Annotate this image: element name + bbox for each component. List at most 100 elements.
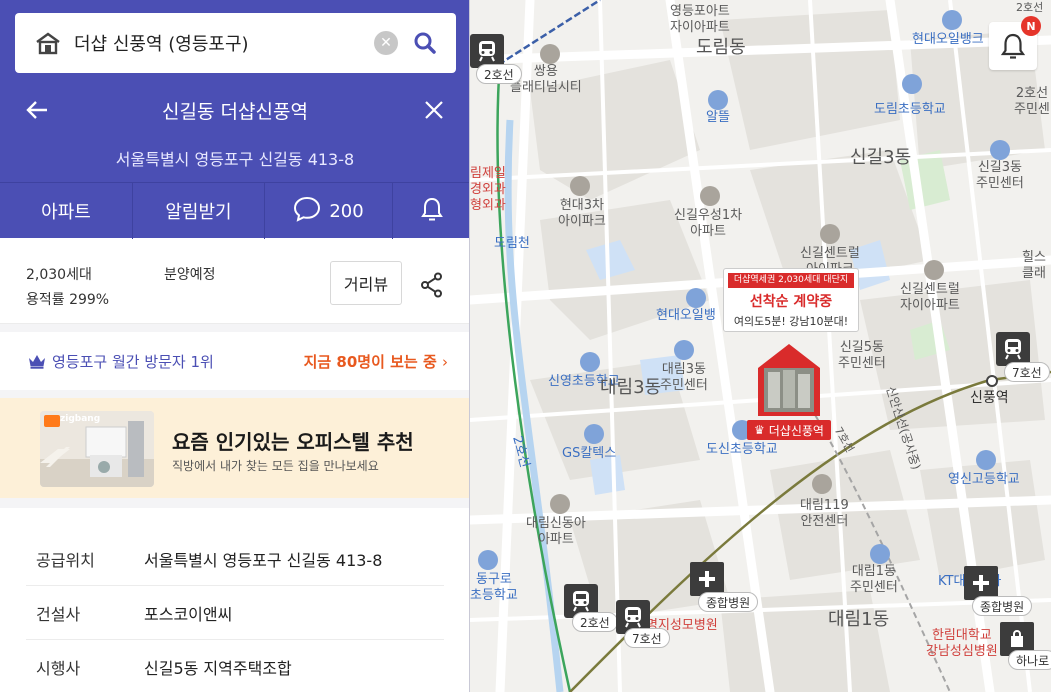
apartment-icon: [700, 186, 720, 206]
map-label: 2호선 주민센: [1014, 86, 1050, 117]
map-label: 도림천: [494, 236, 530, 251]
map-label: 신길우성1차 아파트: [674, 208, 743, 239]
map-label: 신길3동: [850, 147, 912, 168]
back-arrow-icon[interactable]: [24, 97, 50, 123]
table-row: 공급위치 서울특별시 영등포구 신길동 413-8: [26, 532, 444, 586]
office-icon: [990, 140, 1010, 160]
divider: [0, 390, 469, 398]
tab-comments[interactable]: 200: [265, 183, 393, 239]
apartment-icon: [550, 494, 570, 514]
row-key: 건설사: [36, 604, 81, 624]
promo-callout[interactable]: 더샵역세권 2,030세대 대단지 선착순 계약중 여의도5분! 강남10분대!: [723, 268, 859, 332]
panel-header: 더샵 신풍역 (영등포구) ✕ 신길동 더샵신풍역 서울특별시 영등포구 신길동…: [0, 0, 469, 239]
school-icon: [902, 74, 922, 94]
apartment-icon: [820, 224, 840, 244]
map-label: 대림3동 주민센터: [660, 362, 708, 393]
gas-station-icon: [686, 288, 706, 308]
rank-text: 영등포구 월간 방문자 1위: [52, 352, 214, 371]
apartment-icon: [570, 176, 590, 196]
hospital-chip: 종합병원: [698, 592, 759, 612]
tab-apartment[interactable]: 아파트: [0, 183, 133, 239]
unit-count: 2,030세대: [26, 267, 92, 283]
office-icon: [674, 340, 694, 360]
search-input[interactable]: 더샵 신풍역 (영등포구): [74, 30, 374, 56]
map-label: 동구로 초등학교: [470, 572, 518, 603]
gas-station-icon: [942, 10, 962, 30]
share-icon[interactable]: [420, 272, 444, 302]
tab-bell[interactable]: [393, 183, 469, 239]
map-label: 대림119 안전센터: [800, 498, 849, 529]
school-icon: [580, 352, 600, 372]
complex-marker[interactable]: [756, 342, 822, 422]
ad-banner[interactable]: zigbang 요즘 인기있는 오피스텔 추천 직방에서 내가 찾는 모든 집을…: [0, 398, 469, 498]
map-label: 신길센트럴 자이아파트: [900, 282, 960, 313]
map-label: 현대3차 아이파크: [558, 198, 606, 229]
tab-apartment-label: 아파트: [41, 202, 91, 223]
map-label: 도림동: [696, 37, 746, 58]
fire-station-icon: [812, 474, 832, 494]
title-row: 신길동 더샵신풍역: [0, 86, 469, 134]
crown-icon: [28, 353, 46, 369]
search-bar[interactable]: 더샵 신풍역 (영등포구) ✕: [15, 13, 456, 73]
comment-icon: [293, 196, 321, 227]
tab-notify-label: 알림받기: [165, 202, 232, 223]
ad-brand: zigbang: [60, 414, 101, 424]
shop-chip: 하나로: [1008, 650, 1051, 670]
office-icon: [870, 544, 890, 564]
rank-banner[interactable]: 영등포구 월간 방문자 1위 지금 80명이 보는 중 ›: [0, 332, 469, 390]
row-value: 포스코이앤씨: [144, 604, 233, 624]
map-label: 현대오일뱅: [656, 308, 716, 323]
sale-status: 분양예정: [164, 267, 216, 283]
map-label: 도신초등학교: [706, 442, 778, 457]
map-label: 대림3동: [600, 377, 662, 398]
map-label: 대림1동: [828, 609, 890, 630]
divider: [0, 498, 469, 508]
summary-section: 2,030세대 용적률 299% 분양예정 거리뷰: [0, 238, 469, 324]
hospital-icon[interactable]: [964, 566, 998, 600]
row-key: 시행사: [36, 659, 81, 678]
table-row: 건설사 포스코이앤씨: [26, 586, 444, 640]
map-label: 신풍역: [970, 390, 1009, 406]
viewers-now[interactable]: 지금 80명이 보는 중 ›: [304, 351, 448, 372]
clear-icon[interactable]: ✕: [374, 31, 398, 55]
map-label: GS칼텍스: [562, 446, 617, 461]
callout-desc: 여의도5분! 강남10분대!: [733, 315, 849, 328]
search-icon[interactable]: [412, 30, 438, 56]
map-label: 대림신동아 아파트: [526, 516, 586, 547]
map-label: 대림1동 주민센터: [850, 564, 898, 595]
subway-icon[interactable]: [470, 34, 504, 68]
notification-button[interactable]: N: [989, 16, 1041, 70]
line-chip: 2호선: [572, 612, 618, 632]
apartment-icon: [540, 44, 560, 64]
map-label: 신길5동 주민센터: [838, 340, 886, 371]
viewers-now-text: 지금 80명이 보는 중: [303, 352, 437, 371]
complex-marker-label[interactable]: ♛ 더샵신풍역: [747, 420, 831, 440]
complex-marker-name: 더샵신풍역: [768, 423, 824, 438]
row-key: 공급위치: [36, 550, 95, 570]
line-chip: 2호선: [476, 64, 522, 84]
callout-title: 선착순 계약중: [749, 294, 833, 310]
home-icon[interactable]: [34, 29, 62, 57]
map-view[interactable]: 영등포아트 자이아파트 도림동 쌍용 플래티넘시티 알뜰 현대오일뱅크 도림초등학교…: [470, 0, 1051, 692]
callout-tag: 더샵역세권 2,030세대 대단지: [728, 273, 854, 288]
street-view-button[interactable]: 거리뷰: [330, 261, 402, 305]
bell-icon: [420, 196, 444, 227]
close-icon[interactable]: [422, 98, 446, 122]
hospital-icon[interactable]: [690, 562, 724, 596]
tab-notify[interactable]: 알림받기: [133, 183, 265, 239]
map-label: 도림초등학교: [874, 102, 946, 117]
ad-subtitle: 직방에서 내가 찾는 모든 집을 만나보세요: [172, 459, 379, 473]
floor-area-ratio: 용적률 299%: [26, 292, 110, 308]
map-label: 힐스 클래: [1022, 250, 1046, 281]
comment-count: 200: [329, 200, 364, 222]
divider: [0, 324, 469, 332]
school-icon: [976, 450, 996, 470]
line-chip: 7호선: [624, 628, 670, 648]
apartment-icon: [924, 260, 944, 280]
subway-icon[interactable]: [996, 332, 1030, 366]
ad-headline: 요즘 인기있는 오피스텔 추천: [172, 430, 414, 454]
map-label: 알뜰: [706, 110, 730, 125]
line-chip: 7호선: [1004, 362, 1050, 382]
gas-station-icon: [584, 424, 604, 444]
app-root: 더샵 신풍역 (영등포구) ✕ 신길동 더샵신풍역 서울특별시 영등포구 신길동…: [0, 0, 1051, 692]
